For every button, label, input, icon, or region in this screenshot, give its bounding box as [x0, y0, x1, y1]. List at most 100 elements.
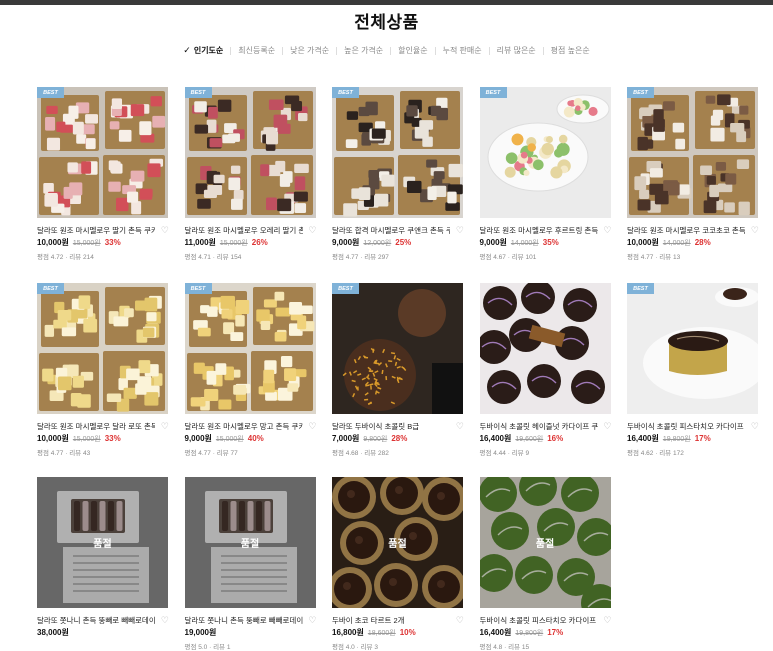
best-badge: BEST: [332, 283, 359, 294]
product-name[interactable]: 두바이식 초콜릿 피스타치오 카다이프 쿠키: [480, 615, 598, 626]
product-thumbnail[interactable]: 품절: [184, 477, 316, 608]
original-price: 15,000원: [215, 436, 244, 443]
product-thumbnail[interactable]: BEST: [37, 87, 168, 218]
price-row: 9,000원 15,000원 40%: [185, 433, 317, 444]
discount-rate: 40%: [247, 434, 264, 443]
sort-option[interactable]: 누적 판매순: [443, 45, 482, 56]
product-card[interactable]: BEST달라또 원조 마시멜로우 코코초코 촌득 쿠키♡10,000원14,00…: [627, 87, 759, 261]
product-name-row: 두바이식 초콜릿 피스타치오 카다이프 쿠키 ♡: [480, 614, 612, 626]
heart-icon[interactable]: ♡: [454, 615, 464, 626]
heart-icon[interactable]: ♡: [602, 615, 611, 626]
product-thumbnail[interactable]: BEST: [627, 87, 758, 218]
rating-summary: 평점 4.44 · 리뷰 9: [479, 450, 530, 457]
product-thumbnail[interactable]: BEST: [332, 87, 463, 218]
sort-divider: [230, 46, 232, 55]
product-thumbnail[interactable]: 품절: [37, 477, 168, 608]
sort-option[interactable]: 평점 높은순: [551, 45, 590, 56]
heart-icon[interactable]: ♡: [159, 615, 169, 626]
product-name[interactable]: 달라또 쫏나니 촌득 뚱빼로 빼빼로데이 선물: [185, 615, 303, 626]
product-card[interactable]: BEST 두바이식 초콜릿 피스타치오 카다이프 쿠키 ♡16,400원19,800…: [627, 283, 759, 457]
best-badge: BEST: [332, 87, 359, 98]
product-image: [184, 87, 316, 218]
original-price: 19,600원: [515, 436, 544, 443]
heart-icon[interactable]: ♡: [749, 225, 759, 236]
product-image: [37, 283, 168, 414]
product-name[interactable]: 달라또 원조 마시멜로우 오레리 딸기 촌득: [185, 225, 303, 236]
original-price: 14,000원: [662, 240, 691, 247]
product-image: [37, 87, 168, 218]
heart-icon[interactable]: ♡: [602, 225, 611, 236]
product-card[interactable]: BEST 달라또 원조 마시멜로우 오레리 딸기 촌득 ♡ 11,000원 15,000…: [184, 87, 317, 261]
product-card[interactable]: BEST 달라또 원조 마시멜로우 딸기 촌득 쿠키 ♡ 10,000원 15,000원…: [37, 87, 169, 261]
product-thumbnail[interactable]: BEST: [184, 283, 316, 414]
product-name[interactable]: 달라또 원조 마시멜로우 달라 로또 촌득 쿠키: [37, 421, 155, 432]
price-row: 16,800원 18,600원 10%: [332, 627, 464, 638]
product-name[interactable]: 달라또 원조 마시멜로우 망고 촌득 쿠키: [185, 421, 303, 432]
heart-icon[interactable]: ♡: [454, 421, 464, 432]
sort-option[interactable]: 최신등록순: [238, 45, 275, 56]
sort-option[interactable]: 낮은 가격순: [290, 45, 329, 56]
heart-icon[interactable]: ♡: [159, 225, 169, 236]
product-price: 9,000원: [479, 238, 507, 247]
product-name-row: 달라또 두바이식 초콜릿 B급 ♡: [332, 420, 464, 432]
sort-divider: [542, 46, 544, 55]
product-card[interactable]: 품절 두바이 초코 타르트 2개 ♡ 16,800원 18,600원 10% 평점 4.0 …: [332, 477, 464, 651]
product-card[interactable]: BEST 달라또 두바이식 초콜릿 B급 ♡ 7,000원 9,800원 28% 평점 4.…: [332, 283, 464, 457]
price-row: 9,000원 12,000원 25%: [332, 237, 464, 248]
product-name[interactable]: 달라또 원조 마시멜로우 코코초코 촌득 쿠키: [627, 225, 745, 236]
product-name-row: 달라또 원조 마시멜로우 달라 로또 촌득 쿠키 ♡: [37, 420, 169, 432]
product-name[interactable]: 두바이식 초콜릿 헤이즐넛 카다이프 쿠키: [480, 421, 598, 432]
product-thumbnail[interactable]: BEST: [184, 87, 316, 218]
product-thumbnail[interactable]: BEST: [479, 87, 611, 218]
product-image: [332, 283, 463, 414]
product-thumbnail[interactable]: BEST: [627, 283, 758, 414]
rating-summary: 평점 4.67 · 리뷰 101: [479, 254, 537, 261]
product-card[interactable]: BEST 달라또 원조 마시멜로우 후르트링 촌득 쿠키 ♡9,000원14,000…: [479, 87, 612, 261]
product-card[interactable]: BEST달라또 원조 마시멜로우 달라 로또 촌득 쿠키♡10,000원15,0…: [37, 283, 169, 457]
product-card[interactable]: BEST 달라또 합격 마시멜로우 쿠앤크 촌득 쿠키 ♡ 9,000원 12,000원…: [332, 87, 464, 261]
price-row: 16,400원 19,800원 17%: [480, 627, 612, 638]
product-card[interactable]: 품절달라또 쫏나니 촌득 뚱빼로 빼빼로데이 선물 ♡ 19,000원평점 5.0 …: [184, 477, 317, 651]
sort-option[interactable]: 할인율순: [398, 45, 427, 56]
product-thumbnail[interactable]: BEST: [37, 283, 168, 414]
heart-icon[interactable]: ♡: [159, 421, 169, 432]
best-badge: BEST: [184, 283, 212, 294]
product-name[interactable]: 두바이식 초콜릿 피스타치오 카다이프 쿠키: [627, 421, 745, 432]
sort-option[interactable]: 높은 가격순: [344, 45, 383, 56]
sort-option[interactable]: 리뷰 많은순: [497, 45, 536, 56]
rating-summary: 평점 4.8 · 리뷰 15: [479, 644, 530, 651]
product-price: 10,000원: [37, 238, 69, 247]
price-row: 9,000원 14,000원 35%: [480, 237, 612, 248]
product-thumbnail[interactable]: BEST: [332, 283, 463, 414]
product-name-row: 두바이식 초콜릿 피스타치오 카다이프 쿠키 ♡: [627, 420, 759, 432]
product-image: [479, 283, 611, 414]
product-name[interactable]: 두바이 초코 타르트 2개: [332, 615, 450, 626]
original-price: 19,800원: [515, 630, 544, 637]
product-name-row: 달라또 쫏나니 촌득 뚱빼로 빼빼로데이 선물 ♡: [185, 614, 317, 626]
price-row: 16,400원 19,800원 17%: [627, 433, 759, 444]
product-card[interactable]: 품절두바이식 초콜릿 피스타치오 카다이프 쿠키 ♡16,400원19,800원1…: [479, 477, 612, 651]
sort-option-label: 최신등록순: [238, 46, 276, 55]
product-card[interactable]: 품절달라또 쫏나니 촌득 뚱빼로 빼빼로데이 선물 ♡ 38,000원: [37, 477, 169, 638]
heart-icon[interactable]: ♡: [307, 225, 316, 236]
rating-summary: 평점 4.71 · 리뷰 154: [184, 254, 242, 261]
best-badge: BEST: [627, 87, 654, 98]
soldout-overlay: 품절: [479, 477, 611, 608]
product-thumbnail[interactable]: 품절: [332, 477, 463, 608]
product-name[interactable]: 달라또 쫏나니 촌득 뚱빼로 빼빼로데이 선물: [37, 615, 155, 626]
heart-icon[interactable]: ♡: [602, 421, 611, 432]
heart-icon[interactable]: ♡: [307, 421, 316, 432]
heart-icon[interactable]: ♡: [749, 421, 759, 432]
product-name[interactable]: 달라또 합격 마시멜로우 쿠앤크 촌득 쿠키: [332, 225, 450, 236]
product-card[interactable]: BEST 달라또 원조 마시멜로우 망고 촌득 쿠키 ♡ 9,000원 15,000원 4…: [184, 283, 317, 457]
product-name[interactable]: 달라또 원조 마시멜로우 후르트링 촌득 쿠키: [480, 225, 598, 236]
heart-icon[interactable]: ♡: [454, 225, 464, 236]
product-name-row: 달라또 합격 마시멜로우 쿠앤크 촌득 쿠키 ♡: [332, 224, 464, 236]
product-name[interactable]: 달라또 원조 마시멜로우 딸기 촌득 쿠키: [37, 225, 155, 236]
sort-option[interactable]: ✓ 인기도순: [183, 45, 223, 56]
product-thumbnail[interactable]: [479, 283, 611, 414]
product-card[interactable]: 두바이식 초콜릿 헤이즐넛 카다이프 쿠키 ♡ 16,400원 19,600원 16% 평…: [479, 283, 612, 457]
product-name[interactable]: 달라또 두바이식 초콜릿 B급: [332, 421, 450, 432]
product-thumbnail[interactable]: 품절: [479, 477, 611, 608]
heart-icon[interactable]: ♡: [307, 615, 316, 626]
